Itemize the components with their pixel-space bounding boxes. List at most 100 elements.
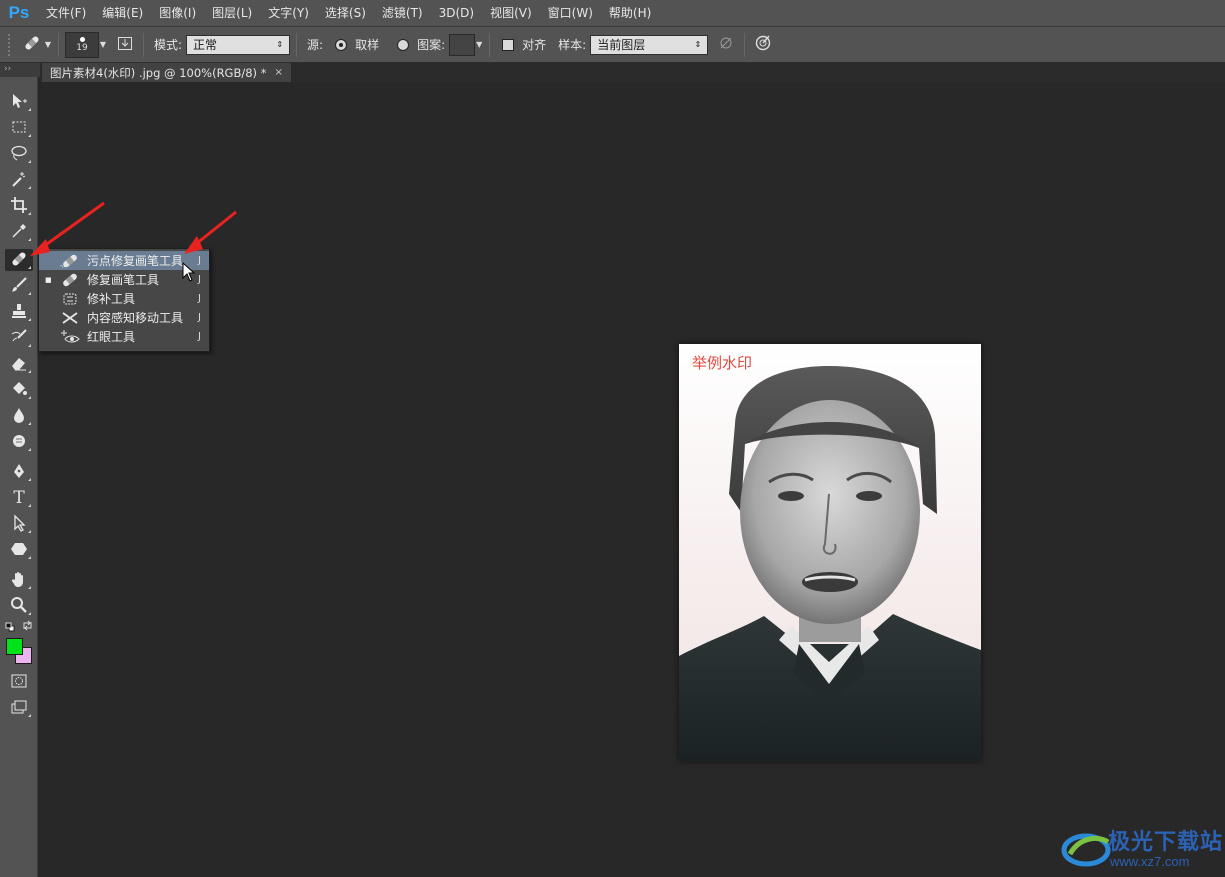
- lasso-tool-icon: [10, 144, 28, 165]
- marquee-tool-icon: [11, 119, 27, 138]
- brush-tool[interactable]: [5, 275, 33, 297]
- blur-tool-icon: [10, 406, 28, 427]
- app-logo: Ps: [8, 3, 30, 22]
- pen-tool[interactable]: [5, 461, 33, 483]
- path-selection-tool[interactable]: [5, 513, 33, 535]
- spot-healing-brush-icon: [59, 253, 81, 269]
- hand-tool[interactable]: [5, 569, 33, 591]
- magic-wand-tool[interactable]: [5, 169, 33, 191]
- paint-bucket-tool[interactable]: [5, 379, 33, 401]
- flyout-item-label: 修复画笔工具: [87, 273, 160, 287]
- pen-tool-icon: [10, 462, 28, 483]
- selected-marker: ■: [45, 275, 52, 284]
- mode-label: 模式:: [154, 38, 183, 52]
- chevron-down-icon[interactable]: ▼: [475, 34, 483, 56]
- paint-bucket-icon: [10, 380, 28, 401]
- menu-file[interactable]: 文件(F): [38, 0, 94, 27]
- chevron-down-icon[interactable]: ▼: [99, 34, 107, 56]
- healing-brush-tool[interactable]: [5, 249, 33, 271]
- menu-window[interactable]: 窗口(W): [540, 0, 601, 27]
- clone-stamp-icon: [10, 302, 28, 323]
- flyout-item-content-aware-move[interactable]: 内容感知移动工具 J: [39, 308, 209, 327]
- swap-colors-icon[interactable]: [22, 620, 33, 634]
- brush-size-picker[interactable]: 19: [65, 31, 99, 58]
- pressure-size-button[interactable]: [751, 33, 775, 57]
- sampled-label: 取样: [355, 38, 380, 52]
- eraser-tool[interactable]: [5, 353, 33, 375]
- menu-select[interactable]: 选择(S): [317, 0, 374, 27]
- brush-panel-button[interactable]: [113, 33, 137, 57]
- pattern-label: 图案:: [417, 38, 446, 52]
- mouse-cursor-icon: [182, 261, 196, 285]
- document-title: 图片素材4(水印) .jpg @ 100%(RGB/8) *: [50, 65, 267, 80]
- eyedropper-tool[interactable]: [5, 221, 33, 243]
- toolbar-collapse-toggle[interactable]: ››: [0, 63, 40, 77]
- shape-tool-icon: [10, 540, 28, 561]
- menu-type[interactable]: 文字(Y): [260, 0, 317, 27]
- menu-layer[interactable]: 图层(L): [204, 0, 260, 27]
- menu-image[interactable]: 图像(I): [151, 0, 204, 27]
- chevron-down-icon[interactable]: ▼: [44, 34, 52, 56]
- shape-tool[interactable]: [5, 539, 33, 561]
- eyedropper-icon: [10, 222, 28, 243]
- quick-mask-icon: [11, 674, 27, 691]
- clone-stamp-tool[interactable]: [5, 301, 33, 323]
- type-tool[interactable]: T: [5, 487, 33, 509]
- marquee-tool[interactable]: [5, 117, 33, 139]
- eraser-icon: [10, 354, 28, 375]
- flyout-item-patch[interactable]: 修补工具 J: [39, 289, 209, 308]
- history-brush-tool[interactable]: [5, 327, 33, 349]
- default-colors-icon[interactable]: [5, 621, 15, 635]
- options-bar-grip[interactable]: [8, 33, 12, 56]
- shortcut-key: J: [198, 312, 201, 323]
- document-canvas[interactable]: 举例水印: [40, 82, 1225, 877]
- menu-edit[interactable]: 编辑(E): [94, 0, 151, 27]
- screen-mode-icon: [10, 699, 28, 718]
- pattern-picker[interactable]: [449, 33, 476, 56]
- screen-mode-button[interactable]: [5, 697, 33, 719]
- ignore-adjustment-layers-button[interactable]: [714, 33, 738, 57]
- portrait-photo[interactable]: 举例水印: [679, 344, 981, 761]
- content-aware-move-icon: [59, 310, 81, 326]
- lasso-tool[interactable]: [5, 143, 33, 165]
- crop-tool-icon: [10, 196, 28, 217]
- path-selection-icon: [10, 513, 28, 535]
- shortcut-key: J: [198, 331, 201, 342]
- menu-filter[interactable]: 滤镜(T): [374, 0, 431, 27]
- brush-panel-icon: [117, 35, 133, 54]
- source-pattern-radio[interactable]: [397, 38, 410, 51]
- tool-preset-picker[interactable]: [20, 33, 44, 57]
- aligned-label: 对齐: [522, 38, 547, 52]
- updown-arrows-icon: ⇕: [276, 40, 284, 49]
- source-sampled-radio[interactable]: [335, 38, 348, 51]
- crop-tool[interactable]: [5, 195, 33, 217]
- watermark-text: 举例水印: [692, 354, 753, 372]
- portrait-illustration: [679, 366, 981, 761]
- quick-mask-toggle[interactable]: [5, 671, 33, 693]
- healing-brush-icon: [9, 249, 29, 272]
- aligned-checkbox[interactable]: [502, 38, 515, 51]
- zoom-tool-icon: [10, 596, 28, 617]
- move-tool[interactable]: [5, 91, 33, 113]
- move-tool-icon: [10, 92, 28, 113]
- menu-help[interactable]: 帮助(H): [601, 0, 659, 27]
- menu-3d[interactable]: 3D(D): [431, 0, 482, 27]
- flyout-item-red-eye[interactable]: 红眼工具 J: [39, 327, 209, 346]
- foreground-color-swatch[interactable]: [6, 638, 23, 655]
- photoshop-window: Ps 文件(F) 编辑(E) 图像(I) 图层(L) 文字(Y) 选择(S) 滤…: [0, 0, 1225, 877]
- dodge-tool[interactable]: [5, 431, 33, 453]
- options-bar: ▼ 19 ▼ 模式: 正常 ⇕ 源: 取样 图案: ▼ 对齐 样本: 当前图层: [0, 27, 1225, 63]
- mode-select[interactable]: 正常 ⇕: [186, 34, 291, 55]
- blur-tool[interactable]: [5, 405, 33, 427]
- brush-tool-icon: [10, 276, 28, 297]
- flyout-item-label: 红眼工具: [87, 330, 136, 344]
- healing-brush-icon: [22, 33, 42, 56]
- mode-value: 正常: [193, 38, 218, 52]
- close-icon[interactable]: ×: [274, 67, 282, 78]
- flyout-item-label: 污点修复画笔工具: [87, 254, 184, 268]
- divider: [296, 32, 298, 57]
- sample-select[interactable]: 当前图层 ⇕: [590, 34, 709, 55]
- menu-view[interactable]: 视图(V): [482, 0, 540, 27]
- zoom-tool[interactable]: [5, 595, 33, 617]
- document-tab[interactable]: 图片素材4(水印) .jpg @ 100%(RGB/8) * ×: [42, 63, 292, 82]
